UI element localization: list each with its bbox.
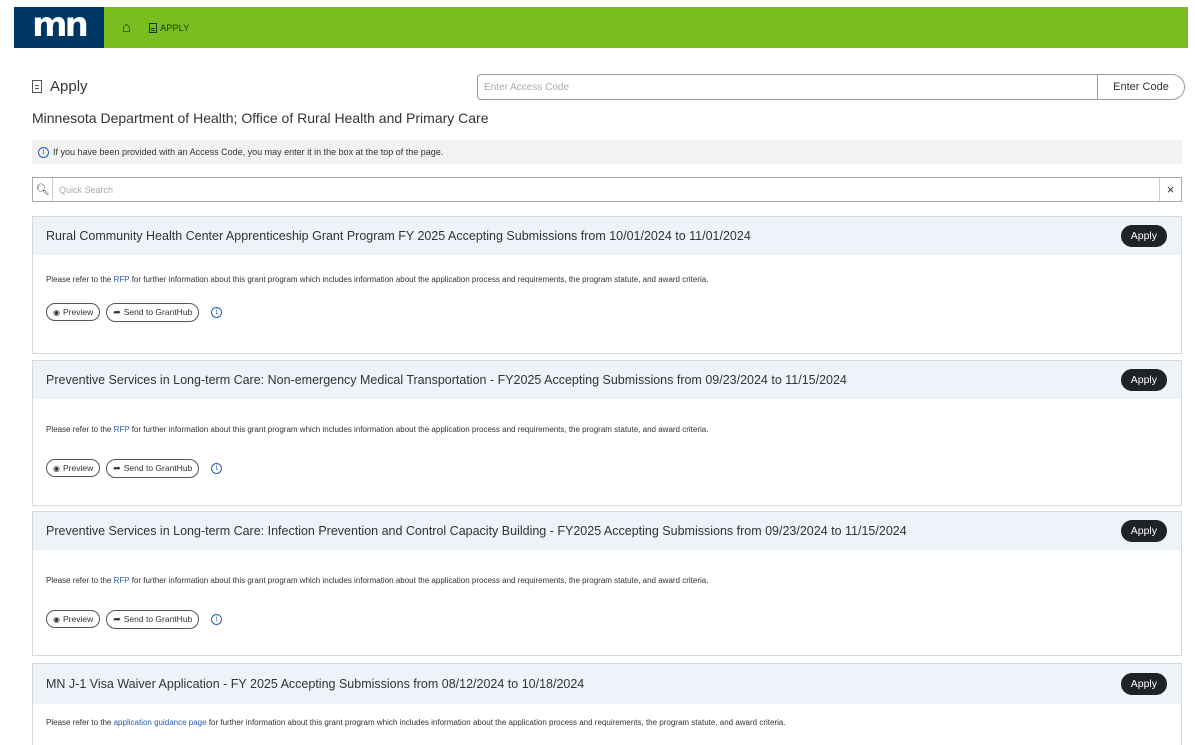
grant-card: Preventive Services in Long-term Care: I… [32, 511, 1182, 656]
eye-icon: ◉ [53, 307, 60, 317]
rfp-link[interactable]: RFP [114, 425, 130, 434]
clear-search-button[interactable]: × [1159, 178, 1181, 201]
grant-card-header: Preventive Services in Long-term Care: N… [33, 361, 1181, 399]
grant-title: Preventive Services in Long-term Care: I… [46, 524, 907, 538]
quick-search-bar: 🔍︎ × [32, 177, 1182, 202]
eye-icon: ◉ [53, 614, 60, 624]
grant-description: Please refer to the RFP for further info… [46, 576, 709, 585]
grant-description: Please refer to the application guidance… [46, 718, 786, 727]
send-to-granthub-button[interactable]: ➦ Send to GrantHub [106, 458, 200, 478]
home-icon[interactable]: ⌂ [122, 19, 131, 36]
search-icon: 🔍︎ [33, 178, 53, 201]
apply-button[interactable]: Apply [1120, 369, 1167, 391]
info-banner: i If you have been provided with an Acce… [32, 140, 1182, 164]
apply-button[interactable]: Apply [1120, 520, 1167, 542]
grant-card-header: Preventive Services in Long-term Care: I… [33, 512, 1181, 550]
info-icon[interactable]: i [211, 306, 223, 318]
share-arrow-icon: ➦ [113, 462, 121, 473]
share-arrow-icon: ➦ [113, 613, 121, 624]
enter-code-button[interactable]: Enter Code [1097, 74, 1185, 100]
top-navbar: mn ⌂ APPLY [14, 7, 1188, 48]
preview-button[interactable]: ◉ Preview [46, 303, 101, 321]
grant-card: Rural Community Health Center Apprentice… [32, 216, 1182, 354]
apply-button[interactable]: Apply [1120, 673, 1167, 695]
document-icon [149, 22, 158, 33]
guidance-page-link[interactable]: application guidance page [114, 718, 207, 727]
department-name: Minnesota Department of Health; Office o… [32, 110, 489, 126]
share-arrow-icon: ➦ [113, 306, 121, 317]
quick-search-input[interactable] [53, 178, 1159, 201]
grant-card-header: Rural Community Health Center Apprentice… [33, 217, 1181, 255]
send-to-granthub-button[interactable]: ➦ Send to GrantHub [106, 302, 200, 322]
nav-apply-link[interactable]: APPLY [149, 22, 189, 33]
grant-title: MN J-1 Visa Waiver Application - FY 2025… [46, 677, 585, 691]
preview-button[interactable]: ◉ Preview [46, 610, 101, 628]
info-icon: i [38, 146, 49, 158]
grant-card: MN J-1 Visa Waiver Application - FY 2025… [32, 663, 1182, 745]
mn-logo[interactable]: mn [14, 7, 104, 48]
access-code-input[interactable] [477, 74, 1097, 100]
grant-title: Rural Community Health Center Apprentice… [46, 229, 751, 243]
document-icon [32, 80, 42, 93]
grant-title: Preventive Services in Long-term Care: N… [46, 373, 847, 387]
eye-icon: ◉ [53, 463, 60, 473]
page-title: Apply [32, 78, 88, 95]
send-to-granthub-button[interactable]: ➦ Send to GrantHub [106, 609, 200, 629]
rfp-link[interactable]: RFP [114, 275, 130, 284]
rfp-link[interactable]: RFP [114, 576, 130, 585]
info-icon[interactable]: i [211, 613, 223, 625]
preview-button[interactable]: ◉ Preview [46, 459, 101, 477]
access-code-group: Enter Code [477, 74, 1185, 100]
apply-button[interactable]: Apply [1120, 225, 1167, 247]
info-icon[interactable]: i [211, 462, 223, 474]
grant-card: Preventive Services in Long-term Care: N… [32, 360, 1182, 506]
grant-description: Please refer to the RFP for further info… [46, 275, 709, 284]
grant-description: Please refer to the RFP for further info… [46, 425, 709, 434]
grant-card-header: MN J-1 Visa Waiver Application - FY 2025… [33, 664, 1181, 704]
